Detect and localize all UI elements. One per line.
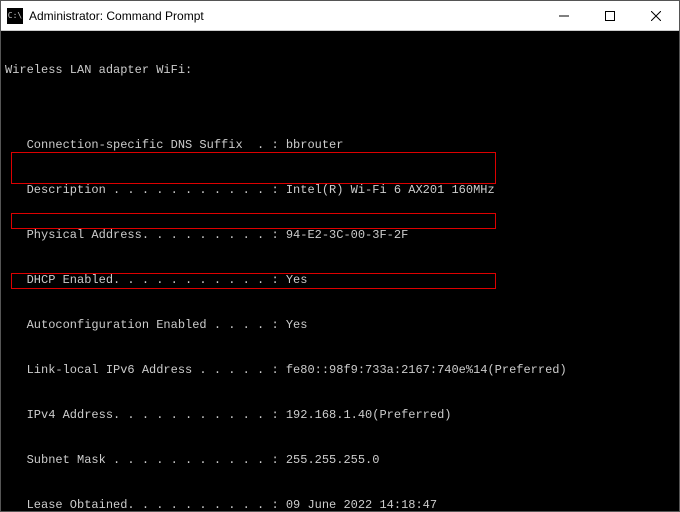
output-line: DHCP Enabled. . . . . . . . . . . : Yes xyxy=(5,273,675,288)
cmd-icon: C:\ xyxy=(7,8,23,24)
output-line: Connection-specific DNS Suffix . : bbrou… xyxy=(5,138,675,153)
output-line: Link-local IPv6 Address . . . . . : fe80… xyxy=(5,363,675,378)
close-button[interactable] xyxy=(633,1,679,30)
window-title: Administrator: Command Prompt xyxy=(29,9,541,23)
highlight-gateway xyxy=(11,213,496,229)
output-line: IPv4 Address. . . . . . . . . . . : 192.… xyxy=(5,408,675,423)
output-line: Subnet Mask . . . . . . . . . . . : 255.… xyxy=(5,453,675,468)
output-line: Autoconfiguration Enabled . . . . : Yes xyxy=(5,318,675,333)
output-line: Physical Address. . . . . . . . . : 94-E… xyxy=(5,228,675,243)
output-line: Lease Obtained. . . . . . . . . . : 09 J… xyxy=(5,498,675,511)
output-line: Description . . . . . . . . . . . : Inte… xyxy=(5,183,675,198)
highlight-ipv4-subnet xyxy=(11,152,496,184)
window-controls xyxy=(541,1,679,30)
titlebar[interactable]: C:\ Administrator: Command Prompt xyxy=(1,1,679,31)
terminal-output[interactable]: Wireless LAN adapter WiFi: Connection-sp… xyxy=(1,31,679,511)
maximize-button[interactable] xyxy=(587,1,633,30)
minimize-button[interactable] xyxy=(541,1,587,30)
command-prompt-window: C:\ Administrator: Command Prompt Wirele… xyxy=(0,0,680,512)
output-line: Wireless LAN adapter WiFi: xyxy=(5,63,675,78)
